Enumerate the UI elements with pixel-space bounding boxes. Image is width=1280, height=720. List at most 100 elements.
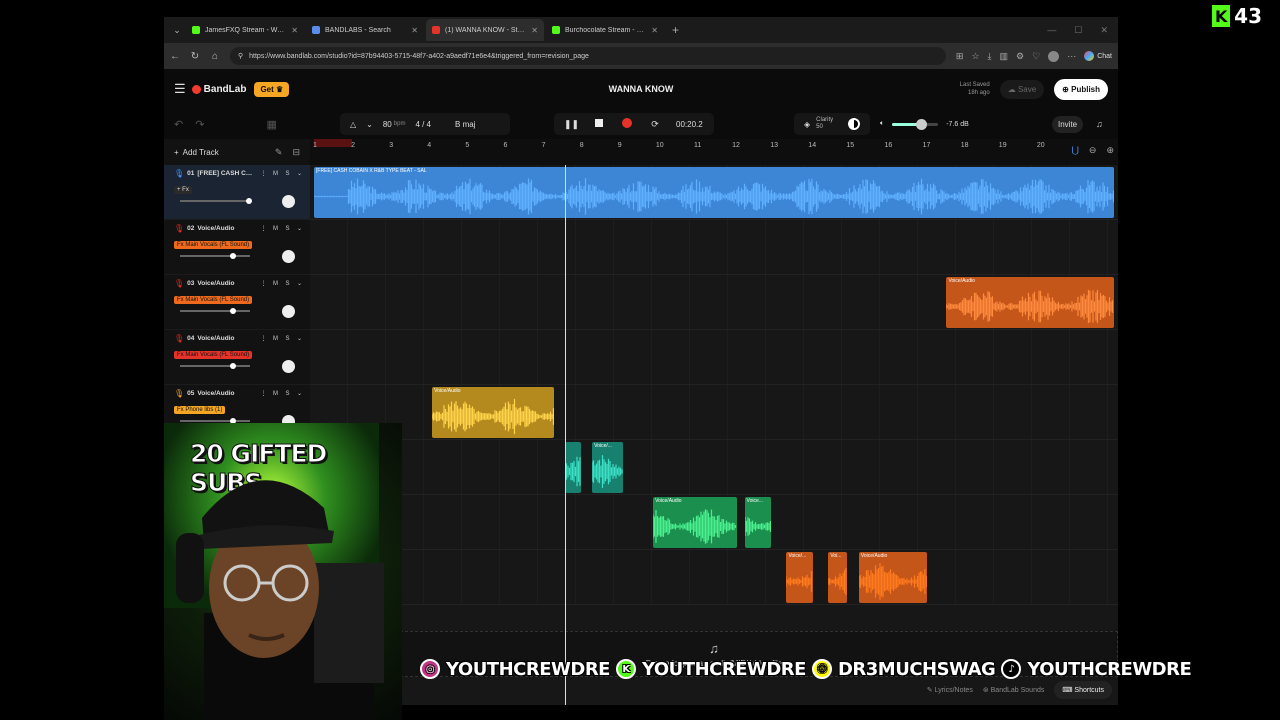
audio-clip[interactable]: Voice/... [592,442,623,493]
chat-button[interactable]: Chat [1084,51,1112,61]
speaker-icon[interactable]: 🔈︎ [880,120,884,128]
audio-clip[interactable]: Voice/Audio [653,497,737,548]
track-volume-slider[interactable] [180,253,250,259]
download-icon[interactable]: ⤓ [988,51,992,62]
audio-clip[interactable]: Voice/Audio [858,552,928,603]
new-tab-button[interactable]: + [666,23,685,37]
track-header[interactable]: 🎙︎ 03 Voice/Audio ⋮ M S ⌄ Fx Main Vocals… [164,275,310,330]
expand-icon[interactable]: ⌄ [295,280,304,287]
track-lane[interactable] [310,550,1118,605]
track-lane[interactable] [310,440,1118,495]
expand-icon[interactable]: ⌄ [295,170,304,177]
master-volume-slider[interactable] [892,118,939,130]
fx-preset-tag[interactable]: Fx Main Vocals (FL Sound) [174,351,253,359]
track-header[interactable]: 🎙︎ 04 Voice/Audio ⋮ M S ⌄ Fx Main Vocals… [164,330,310,385]
key-signature[interactable]: B maj [455,120,475,129]
mute-button[interactable]: M [271,226,280,232]
close-tab-icon[interactable]: ✕ [531,26,538,35]
solo-button[interactable]: S [283,171,292,177]
zoom-out-icon[interactable]: ⊖ [1089,145,1097,156]
time-signature[interactable]: 4 / 4 [415,120,431,129]
audio-clip[interactable]: Voice/Audio [946,277,1115,328]
collapse-icon[interactable]: ⊟ [292,147,300,158]
track-name[interactable]: Voice/Audio [197,280,256,287]
track-volume-slider[interactable] [180,308,250,314]
track-options-icon[interactable]: ⋮ [259,335,268,342]
piano-icon[interactable]: ▦ [266,118,276,131]
redo-icon[interactable]: ↷ [195,118,204,131]
audio-clip[interactable] [565,442,581,493]
lyrics-notes-button[interactable]: ✎ Lyrics/Notes [927,686,973,694]
loop-region[interactable] [314,139,352,147]
fx-preset-tag[interactable]: Fx Main Vocals (FL Sound) [174,241,253,249]
pen-icon[interactable]: ✎ [275,147,283,158]
fx-preset-tag[interactable]: Fx Main Vocals (FL Sound) [174,296,253,304]
track-volume-slider[interactable] [180,418,250,424]
profile-avatar[interactable] [1048,50,1060,62]
pan-knob[interactable] [282,250,295,263]
record-icon[interactable] [620,118,634,130]
metronome-icon[interactable]: △ [350,120,356,129]
close-tab-icon[interactable]: ✕ [411,26,418,35]
bpm-value[interactable]: 80 [383,120,392,129]
track-lane[interactable] [310,220,1118,275]
pause-icon[interactable]: ❚❚ [564,119,579,130]
timeline-ruler[interactable]: 1 2 3 4 5 6 7 8 9 10 11 12 13 14 15 16 17 18 19 20 ⋃ ⊖ ⊕ [310,139,1118,165]
track-options-icon[interactable]: ⋮ [259,390,268,397]
star-icon[interactable]: ☆ [971,51,979,62]
solo-button[interactable]: S [283,336,292,342]
shortcuts-button[interactable]: ⌨ Shortcuts [1054,681,1112,699]
expand-icon[interactable]: ⌄ [295,335,304,342]
expand-icon[interactable]: ⌄ [295,390,304,397]
loop-icon[interactable]: ⟳ [648,119,662,130]
bandlab-sounds-button[interactable]: ⊛ BandLab Sounds [983,686,1045,694]
maximize-icon[interactable]: ☐ [1074,25,1082,36]
browser-tab[interactable]: (1) WANNA KNOW - Studio ✕ [426,19,544,41]
tab-search-icon[interactable]: ⌄ [170,25,184,36]
install-icon[interactable]: ⊞ [956,51,964,62]
mute-button[interactable]: M [271,336,280,342]
mute-button[interactable]: M [271,171,280,177]
audio-clip[interactable]: Voice... [744,497,772,548]
track-lane[interactable] [310,330,1118,385]
track-name[interactable]: Voice/Audio [197,390,256,397]
url-field[interactable]: ⚲ https://www.bandlab.com/studio?id=87b9… [230,47,946,65]
stop-icon[interactable] [592,119,606,129]
theme-toggle[interactable] [848,118,860,130]
browser-tab[interactable]: BANDLABS - Search ✕ [306,19,424,41]
audio-clip[interactable]: Voice/... [786,552,814,603]
pan-knob[interactable] [282,195,295,208]
track-name[interactable]: Voice/Audio [197,225,256,232]
track-options-icon[interactable]: ⋮ [259,280,268,287]
pan-knob[interactable] [282,360,295,373]
track-header[interactable]: 🎙︎ 01 [FREE] CASH COBA... ⋮ M S ⌄ + Fx [164,165,310,220]
track-volume-slider[interactable] [180,198,252,204]
favorites-icon[interactable]: ♡ [1032,51,1040,62]
menu-icon[interactable]: ☰ [174,81,186,97]
fx-preset-tag[interactable]: Fx Phone libs (1) [174,406,226,414]
clarity-icon[interactable]: ◈ [804,120,810,129]
audio-clip[interactable]: Voi... [828,552,848,603]
solo-button[interactable]: S [283,281,292,287]
site-info-icon[interactable]: ⚲ [238,52,243,60]
expand-icon[interactable]: ⌄ [295,225,304,232]
close-tab-icon[interactable]: ✕ [291,26,298,35]
pan-knob[interactable] [282,305,295,318]
track-options-icon[interactable]: ⋮ [259,170,268,177]
solo-button[interactable]: S [283,226,292,232]
audio-clip[interactable]: Voice/Audio [432,387,555,438]
track-volume-slider[interactable] [180,363,250,369]
get-membership-button[interactable]: Get ♛ [254,81,290,97]
mute-button[interactable]: M [271,281,280,287]
audio-clip[interactable]: [FREE] CASH COBAIN X R&B TYPE BEAT - SAL [314,167,1115,218]
close-tab-icon[interactable]: ✕ [651,26,658,35]
snap-icon[interactable]: ⋃ [1072,145,1079,156]
publish-button[interactable]: ⊕ Publish [1054,78,1108,100]
undo-icon[interactable]: ↶ [174,118,183,131]
invite-button[interactable]: Invite [1052,115,1084,133]
browser-tab[interactable]: Burchocolate Stream - Watch Live ✕ [546,19,664,41]
extensions-icon[interactable]: ⚙ [1016,51,1024,62]
minimize-icon[interactable]: — [1047,25,1056,36]
back-icon[interactable]: ← [170,51,180,62]
notification-bell-icon[interactable]: ♫ [1096,119,1103,129]
